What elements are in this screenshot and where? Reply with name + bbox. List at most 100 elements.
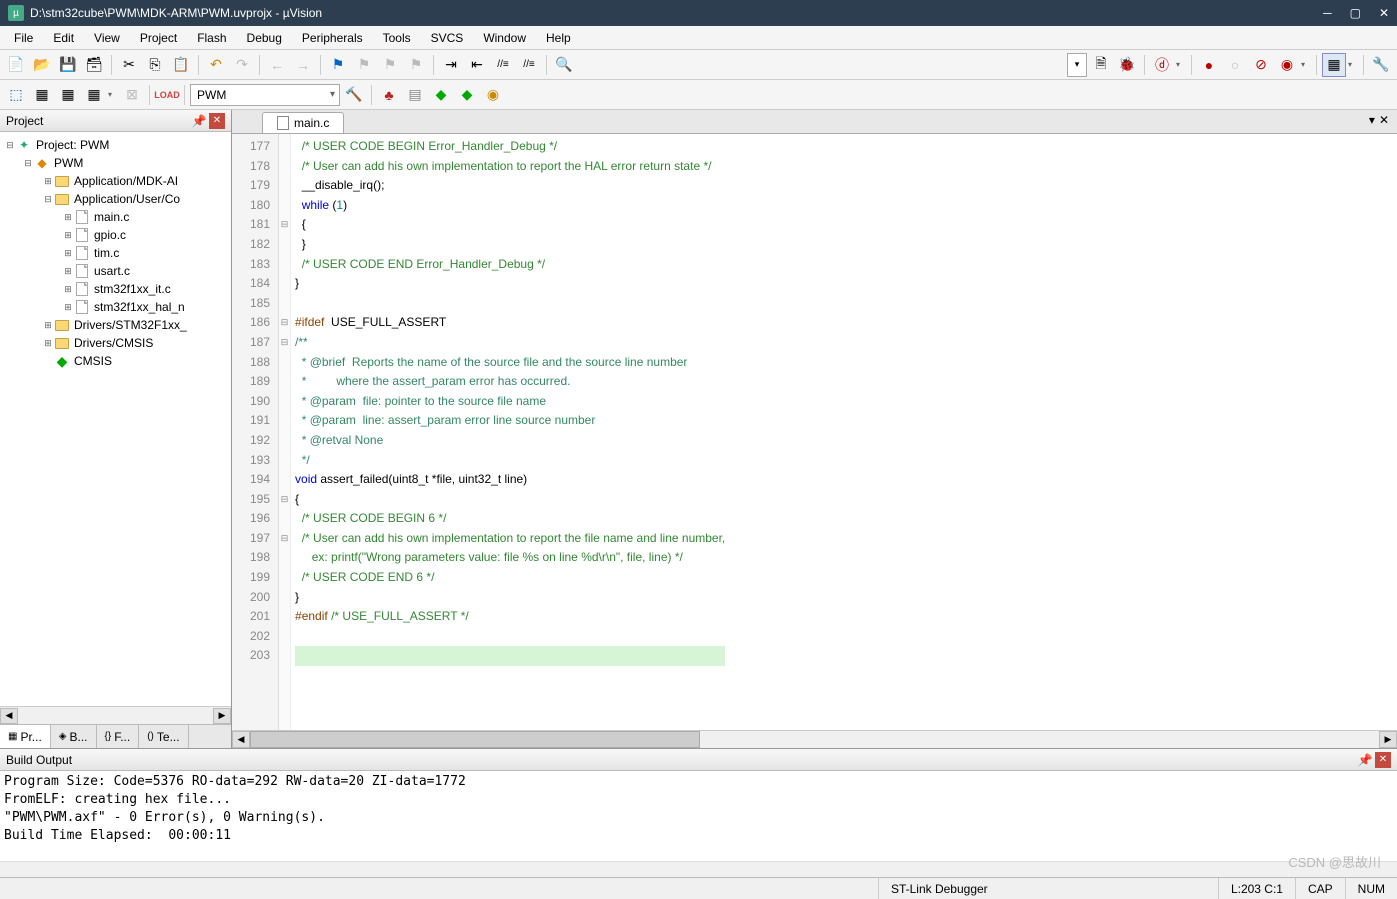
batch-build-button[interactable]: ▦	[82, 83, 106, 107]
menu-project[interactable]: Project	[130, 29, 187, 47]
configure-button[interactable]: 🔧	[1369, 53, 1393, 77]
breakpoint-disable-button[interactable]: ○	[1223, 53, 1247, 77]
undo-button[interactable]: ↶	[204, 53, 228, 77]
target-options-button[interactable]: 🔨	[342, 83, 366, 107]
debug-session-button[interactable]: 🐞	[1115, 53, 1139, 77]
find-button[interactable]: 🔍	[552, 53, 576, 77]
code-content[interactable]: /* USER CODE BEGIN Error_Handler_Debug *…	[291, 134, 725, 730]
maximize-button[interactable]: ▢	[1350, 6, 1361, 20]
group-application-mdk-ai[interactable]: ⊞Application/MDK-AI	[0, 172, 231, 190]
build-dropdown[interactable]: ▾	[108, 90, 118, 99]
cmsis-component[interactable]: ◆CMSIS	[0, 352, 231, 370]
uncomment-button[interactable]: //≡	[517, 53, 541, 77]
scroll-left-button[interactable]: ◀	[0, 708, 18, 724]
menu-window[interactable]: Window	[473, 29, 536, 47]
nav-back-button[interactable]: ←	[265, 53, 289, 77]
project-tab-0[interactable]: ▦Pr...	[0, 725, 51, 748]
panel-pin-button[interactable]: 📌	[1357, 752, 1373, 768]
layout-dropdown[interactable]: ▾	[1348, 60, 1358, 69]
translate-button[interactable]: ⬚	[4, 83, 28, 107]
pack-check-button[interactable]: ◆	[455, 83, 479, 107]
scroll-right-button[interactable]: ▶	[213, 708, 231, 724]
scroll-thumb[interactable]	[250, 731, 700, 748]
copy-button[interactable]: ⎘	[143, 53, 167, 77]
bookmark-next-button[interactable]: ⚑	[378, 53, 402, 77]
project-tab-1[interactable]: ◈B...	[51, 725, 97, 748]
build-button[interactable]: ▦	[30, 83, 54, 107]
project-hscroll[interactable]: ◀ ▶	[0, 706, 231, 724]
menu-flash[interactable]: Flash	[187, 29, 236, 47]
download-button[interactable]: LOAD	[155, 83, 179, 107]
menu-view[interactable]: View	[84, 29, 130, 47]
project-tab-3[interactable]: ()Te...	[139, 725, 188, 748]
manage-rte-button[interactable]: ♣	[377, 83, 401, 107]
scroll-right-button[interactable]: ▶	[1379, 731, 1397, 748]
save-button[interactable]: 💾	[56, 53, 80, 77]
panel-pin-button[interactable]: 📌	[191, 113, 207, 129]
project-target[interactable]: ⊟◆PWM	[0, 154, 231, 172]
file-gpio-c[interactable]: ⊞gpio.c	[0, 226, 231, 244]
combo-dropdown[interactable]: ▾	[1067, 53, 1087, 77]
menu-svcs[interactable]: SVCS	[421, 29, 474, 47]
cut-button[interactable]: ✂	[117, 53, 141, 77]
file-tim-c[interactable]: ⊞tim.c	[0, 244, 231, 262]
scroll-left-button[interactable]: ◀	[232, 731, 250, 748]
project-root[interactable]: ⊟✦Project: PWM	[0, 136, 231, 154]
panel-close-button[interactable]: ✕	[209, 113, 225, 129]
group-drivers-stm32f1xx-[interactable]: ⊞Drivers/STM32F1xx_	[0, 316, 231, 334]
target-select[interactable]: PWM	[190, 84, 340, 106]
select-packs-button[interactable]: ▤	[403, 83, 427, 107]
bookmark-toggle-button[interactable]: ⚑	[326, 53, 350, 77]
build-output-text[interactable]: Program Size: Code=5376 RO-data=292 RW-d…	[0, 771, 1397, 861]
redo-button[interactable]: ↷	[230, 53, 254, 77]
menu-file[interactable]: File	[4, 29, 43, 47]
menu-debug[interactable]: Debug	[237, 29, 292, 47]
close-button[interactable]: ✕	[1379, 6, 1389, 20]
pack-installer-button[interactable]: ◆	[429, 83, 453, 107]
app-icon: µ	[8, 5, 24, 21]
find-in-files-button[interactable]: 🗎	[1089, 53, 1113, 77]
outdent-button[interactable]: ⇤	[465, 53, 489, 77]
breakpoint-insert-button[interactable]: ●	[1197, 53, 1221, 77]
debug-dropdown[interactable]: ▾	[1176, 60, 1186, 69]
tab-list-button[interactable]: ▾	[1369, 113, 1375, 127]
tab-close-button[interactable]: ✕	[1379, 113, 1389, 127]
stop-build-button[interactable]: ⊠	[120, 83, 144, 107]
menu-tools[interactable]: Tools	[373, 29, 421, 47]
breakpoint-dropdown[interactable]: ▾	[1301, 60, 1311, 69]
fold-column[interactable]: ⊟⊟⊟⊟⊟	[279, 134, 291, 730]
file-main-c[interactable]: ⊞main.c	[0, 208, 231, 226]
panel-close-button[interactable]: ✕	[1375, 752, 1391, 768]
comment-button[interactable]: //≡	[491, 53, 515, 77]
bookmark-clear-button[interactable]: ⚑	[404, 53, 428, 77]
toolbar-main: 📄 📂 💾 🗃 ✂ ⎘ 📋 ↶ ↷ ← → ⚑ ⚑ ⚑ ⚑ ⇥ ⇤ //≡ //…	[0, 50, 1397, 80]
books-button[interactable]: ◉	[481, 83, 505, 107]
window-layout-button[interactable]: ▦	[1322, 53, 1346, 77]
project-tree[interactable]: ⊟✦Project: PWM⊟◆PWM⊞Application/MDK-AI⊟A…	[0, 132, 231, 706]
group-drivers-cmsis[interactable]: ⊞Drivers/CMSIS	[0, 334, 231, 352]
rebuild-button[interactable]: ▦	[56, 83, 80, 107]
breakpoint-kill-button[interactable]: ⊘	[1249, 53, 1273, 77]
file-usart-c[interactable]: ⊞usart.c	[0, 262, 231, 280]
paste-button[interactable]: 📋	[169, 53, 193, 77]
menu-help[interactable]: Help	[536, 29, 581, 47]
menu-peripherals[interactable]: Peripherals	[292, 29, 373, 47]
build-hscroll[interactable]	[0, 861, 1397, 877]
group-application-user-co[interactable]: ⊟Application/User/Co	[0, 190, 231, 208]
breakpoint-enable-button[interactable]: ◉	[1275, 53, 1299, 77]
indent-button[interactable]: ⇥	[439, 53, 463, 77]
editor-tab-main-c[interactable]: main.c	[262, 112, 344, 133]
new-file-button[interactable]: 📄	[4, 53, 28, 77]
bookmark-prev-button[interactable]: ⚑	[352, 53, 376, 77]
file-stm32f1xx_it-c[interactable]: ⊞stm32f1xx_it.c	[0, 280, 231, 298]
editor-hscroll[interactable]: ◀ ▶	[232, 730, 1397, 748]
debug-start-button[interactable]: ⓓ	[1150, 53, 1174, 77]
open-file-button[interactable]: 📂	[30, 53, 54, 77]
code-editor[interactable]: 1771781791801811821831841851861871881891…	[232, 134, 1397, 730]
minimize-button[interactable]: ─	[1323, 6, 1332, 20]
save-all-button[interactable]: 🗃	[82, 53, 106, 77]
nav-forward-button[interactable]: →	[291, 53, 315, 77]
menu-edit[interactable]: Edit	[43, 29, 84, 47]
file-stm32f1xx_hal_n[interactable]: ⊞stm32f1xx_hal_n	[0, 298, 231, 316]
project-tab-2[interactable]: {}F...	[97, 725, 140, 748]
